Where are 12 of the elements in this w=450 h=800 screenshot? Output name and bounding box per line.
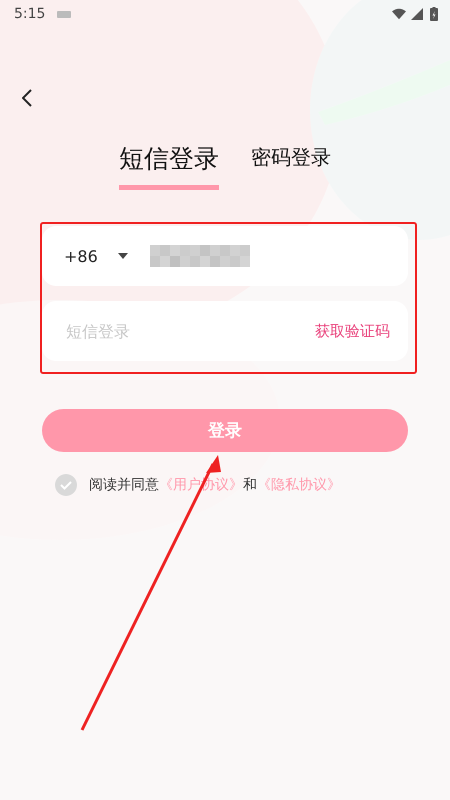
login-tab[interactable]: 短信登录	[119, 142, 219, 190]
battery-icon	[430, 7, 438, 21]
phone-field[interactable]: +86	[42, 226, 408, 286]
signal-icon	[410, 8, 424, 20]
country-code[interactable]: +86	[64, 246, 98, 266]
get-code-link[interactable]: 获取验证码	[315, 322, 390, 340]
login-tab[interactable]: 密码登录	[251, 144, 331, 190]
code-field[interactable]: 短信登录 获取验证码	[42, 301, 408, 361]
agreement-checkbox[interactable]	[55, 474, 77, 496]
caret-icon[interactable]	[118, 253, 128, 259]
status-time: 5:15	[14, 6, 46, 22]
wifi-icon	[392, 8, 406, 20]
